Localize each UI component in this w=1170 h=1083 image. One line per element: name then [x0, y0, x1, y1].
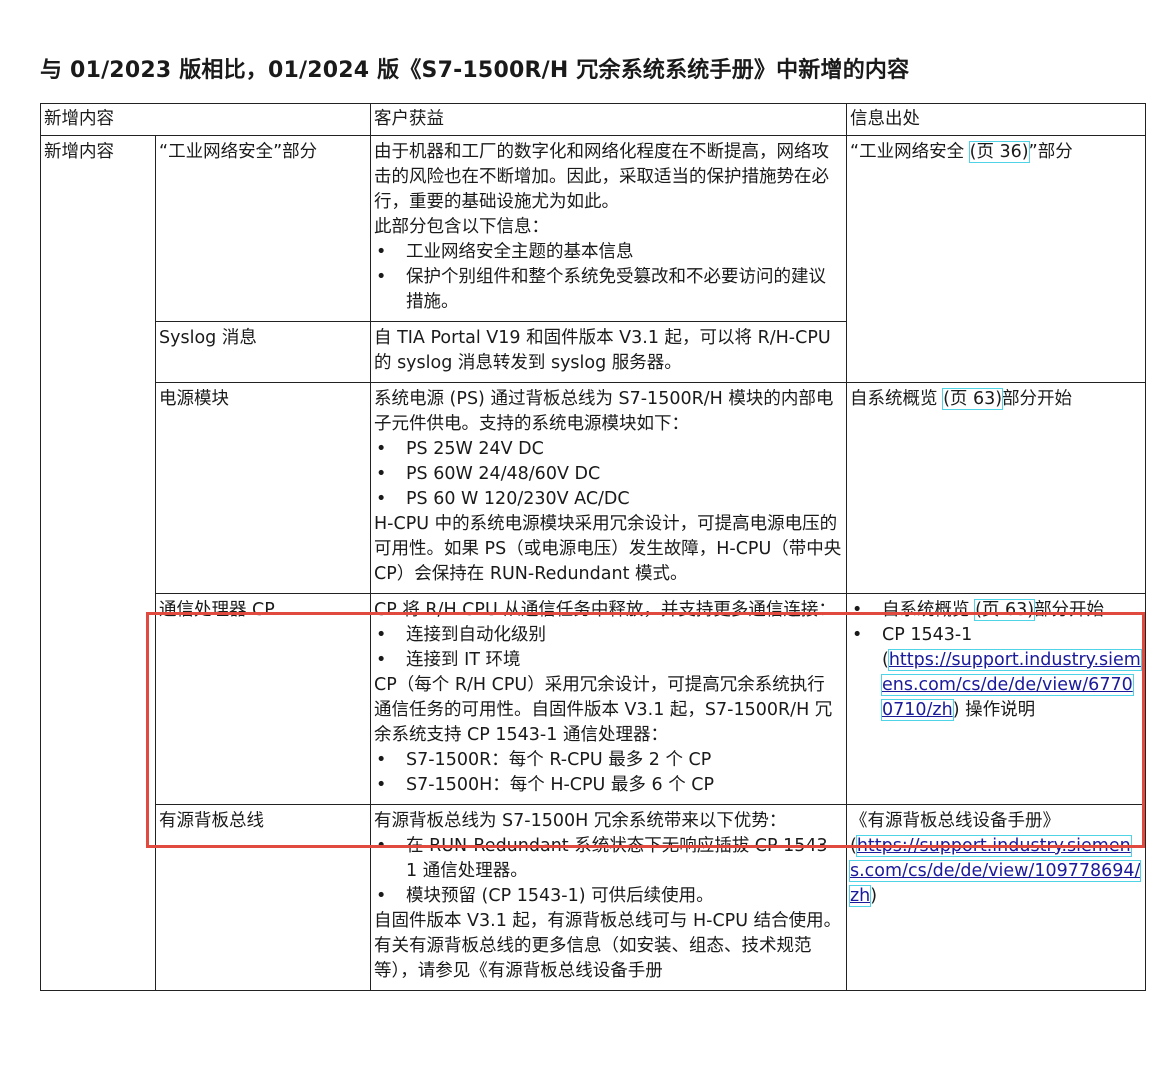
list-item: 自系统概览 (页 63)部分开始	[850, 598, 1141, 623]
feature-cell: 通信处理器 CP	[155, 593, 371, 805]
header-source: 信息出处	[846, 103, 1146, 136]
page-reference[interactable]: (页 36)	[968, 141, 1030, 163]
list-item: S7-1500R：每个 R-CPU 最多 2 个 CP	[374, 748, 842, 773]
benefit-list: 在 RUN-Redundant 系统状态下无响应插拔 CP 1543-1 通信处…	[374, 834, 842, 909]
manual-link[interactable]: https://support.industry.siemens.com/cs/…	[848, 835, 1142, 907]
list-item: PS 60 W 120/230V AC/DC	[374, 487, 842, 512]
list-item: 模块预留 (CP 1543-1) 可供后续使用。	[374, 884, 842, 909]
benefit-text: 自固件版本 V3.1 起，有源背板总线可与 H-CPU 结合使用。	[374, 911, 842, 931]
header-new-content: 新增内容	[40, 103, 371, 136]
benefit-text: CP（每个 R/H CPU）采用冗余设计，可提高冗余系统执行通信任务的可用性。自…	[374, 675, 833, 745]
benefit-text: 此部分包含以下信息：	[374, 217, 549, 237]
benefit-text: 系统电源 (PS) 通过背板总线为 S7-1500R/H 模块的内部电子元件供电…	[374, 389, 834, 434]
feature-cell: 有源背板总线	[155, 804, 371, 991]
benefit-list: 工业网络安全主题的基本信息 保护个别组件和整个系统免受篡改和不必要访问的建议措施…	[374, 240, 842, 315]
list-item: 工业网络安全主题的基本信息	[374, 240, 842, 265]
table-row: 有源背板总线 有源背板总线为 S7-1500H 冗余系统带来以下优势： 在 RU…	[41, 804, 1146, 991]
benefit-text: 有源背板总线为 S7-1500H 冗余系统带来以下优势：	[374, 811, 787, 831]
list-item: 保护个别组件和整个系统免受篡改和不必要访问的建议措施。	[374, 265, 842, 315]
list-item: 连接到 IT 环境	[374, 648, 842, 673]
list-item: 在 RUN-Redundant 系统状态下无响应插拔 CP 1543-1 通信处…	[374, 834, 842, 884]
source-cell: “工业网络安全 (页 36)”部分	[846, 135, 1146, 383]
source-cell: 自系统概览 (页 63)部分开始 CP 1543-1 (https://supp…	[846, 593, 1146, 805]
table-row: 电源模块 系统电源 (PS) 通过背板总线为 S7-1500R/H 模块的内部电…	[41, 382, 1146, 594]
benefit-text: 有关有源背板总线的更多信息（如安装、组态、技术规范等），请参见《有源背板总线设备…	[374, 936, 812, 981]
feature-cell: 电源模块	[155, 382, 371, 594]
benefit-cell: 系统电源 (PS) 通过背板总线为 S7-1500R/H 模块的内部电子元件供电…	[370, 382, 847, 594]
table-row: 通信处理器 CP CP 将 R/H CPU 从通信任务中释放，并支持更多通信连接…	[41, 593, 1146, 805]
benefit-list: S7-1500R：每个 R-CPU 最多 2 个 CP S7-1500H：每个 …	[374, 748, 842, 798]
benefit-cell: CP 将 R/H CPU 从通信任务中释放，并支持更多通信连接： 连接到自动化级…	[370, 593, 847, 805]
header-customer-benefit: 客户获益	[370, 103, 847, 136]
feature-cell: “工业网络安全”部分	[155, 135, 371, 322]
benefit-cell: 由于机器和工厂的数字化和网络化程度在不断提高，网络攻击的风险也在不断增加。因此，…	[370, 135, 847, 322]
list-item: CP 1543-1 (https://support.industry.siem…	[850, 623, 1142, 723]
benefit-list: PS 25W 24V DC PS 60W 24/48/60V DC PS 60 …	[374, 437, 842, 512]
benefit-list: 连接到自动化级别 连接到 IT 环境	[374, 623, 842, 673]
table-row: 新增内容 “工业网络安全”部分 由于机器和工厂的数字化和网络化程度在不断提高，网…	[40, 135, 1146, 991]
source-cell: 自系统概览 (页 63)部分开始	[846, 382, 1146, 594]
source-list: 自系统概览 (页 63)部分开始 CP 1543-1 (https://supp…	[850, 598, 1142, 723]
changes-table: 新增内容 客户获益 信息出处 新增内容 “工业网络安全”部分 由于机器和工厂的数…	[40, 103, 1146, 991]
list-item: PS 25W 24V DC	[374, 437, 842, 462]
benefit-text: 由于机器和工厂的数字化和网络化程度在不断提高，网络攻击的风险也在不断增加。因此，…	[374, 142, 829, 212]
benefit-text: CP 将 R/H CPU 从通信任务中释放，并支持更多通信连接：	[374, 600, 836, 620]
benefit-text: H-CPU 中的系统电源模块采用冗余设计，可提高电源电压的可用性。如果 PS（或…	[374, 514, 842, 584]
page-title: 与 01/2023 版相比，01/2024 版《S7-1500R/H 冗余系统系…	[40, 58, 910, 83]
feature-cell: Syslog 消息	[155, 321, 371, 383]
page-reference[interactable]: (页 63)	[974, 599, 1036, 621]
table-header-row: 新增内容 客户获益 信息出处	[40, 103, 1146, 136]
list-item: S7-1500H：每个 H-CPU 最多 6 个 CP	[374, 773, 842, 798]
group-label: 新增内容	[40, 135, 156, 991]
list-item: PS 60W 24/48/60V DC	[374, 462, 842, 487]
benefit-cell: 有源背板总线为 S7-1500H 冗余系统带来以下优势： 在 RUN-Redun…	[370, 804, 847, 991]
source-cell: 《有源背板总线设备手册》 (https://support.industry.s…	[846, 804, 1146, 991]
benefit-cell: 自 TIA Portal V19 和固件版本 V3.1 起，可以将 R/H-CP…	[370, 321, 847, 383]
list-item: 连接到自动化级别	[374, 623, 842, 648]
page-reference[interactable]: (页 63)	[942, 388, 1004, 410]
